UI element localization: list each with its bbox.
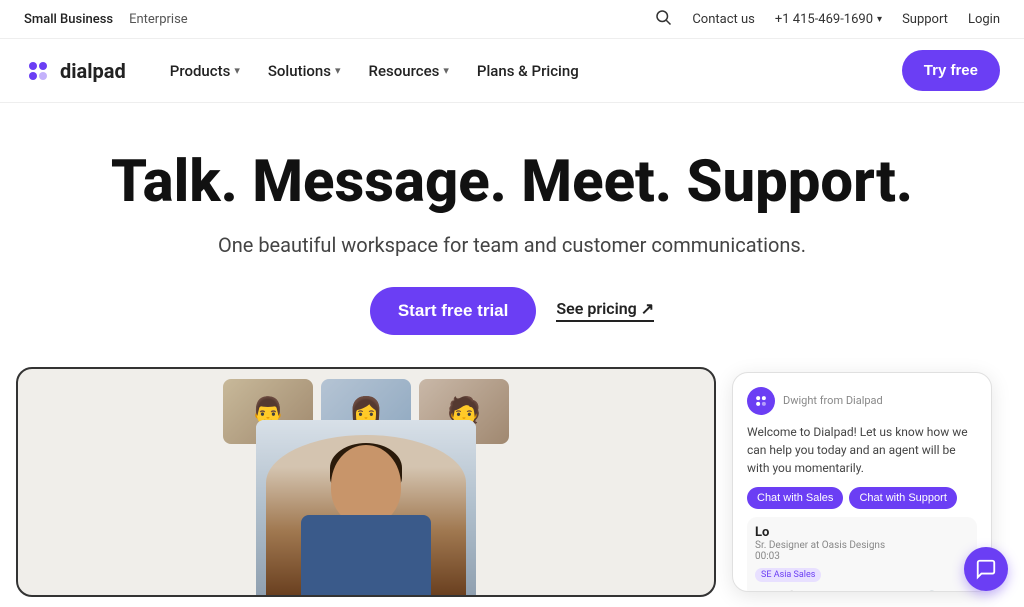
chat-from-label: Dwight from Dialpad [783,394,883,407]
call-person-title: Sr. Designer at Oasis Designs [755,540,885,551]
person-silhouette [266,435,466,595]
chat-message-text: Welcome to Dialpad! Let us know how we c… [747,423,977,477]
top-bar: Small Business Enterprise Contact us +1 … [0,0,1024,39]
speaker-button[interactable]: 🔊 Speaker [915,590,947,592]
phone-chevron-icon: ▾ [877,14,882,25]
nav-plans-pricing[interactable]: Plans & Pricing [465,54,591,88]
dialpad-logo-icon [24,57,52,85]
top-bar-right: Contact us +1 415-469-1690 ▾ Support Log… [654,8,1000,30]
keypad-button[interactable]: ⌨️ Keypad [841,590,871,592]
call-person-info: Lo Sr. Designer at Oasis Designs 00:03 S… [755,525,885,582]
see-pricing-text: See pricing [556,299,636,318]
solutions-chevron-icon: ▾ [335,64,341,77]
nav-links: Products ▾ Solutions ▾ Resources ▾ Plans… [158,54,591,88]
see-pricing-link[interactable]: See pricing ↗ [556,299,654,322]
try-free-button[interactable]: Try free [902,50,1000,91]
video-panel: 👨 👩 🧑 [16,367,716,597]
speaker-icon: 🔊 [921,590,941,592]
person-body [301,515,431,595]
call-person-name: Lo [755,525,885,540]
phone-dropdown[interactable]: +1 415-469-1690 ▾ [775,12,882,27]
chat-with-support-button[interactable]: Chat with Support [849,487,956,509]
navbar: dialpad Products ▾ Solutions ▾ Resources… [0,39,1024,103]
bottom-section: 👨 👩 🧑 [0,367,1024,607]
navbar-left: dialpad Products ▾ Solutions ▾ Resources… [24,54,591,88]
small-business-tab[interactable]: Small Business [24,12,113,27]
call-controls: 🎤 Mute ⌨️ Keypad 🔊 Speaker [755,590,969,592]
hero-headline: Talk. Message. Meet. Support. [20,151,1004,215]
resources-chevron-icon: ▾ [443,64,449,77]
top-bar-left: Small Business Enterprise [24,12,188,27]
see-pricing-arrow-icon: ↗ [641,299,654,318]
nav-resources-label: Resources [369,62,440,80]
person-head [331,445,401,525]
main-video-person [256,420,476,595]
hero-subheadline: One beautiful workspace for team and cus… [20,233,1004,257]
nav-plans-pricing-label: Plans & Pricing [477,62,579,80]
chat-header: Dwight from Dialpad [747,387,977,415]
hero-section: Talk. Message. Meet. Support. One beauti… [0,103,1024,359]
nav-products-label: Products [170,62,231,80]
nav-solutions[interactable]: Solutions ▾ [256,54,353,88]
call-sub-panel: Lo Sr. Designer at Oasis Designs 00:03 S… [747,517,977,592]
float-chat-button[interactable] [964,547,1008,591]
chat-from-info: Dwight from Dialpad [783,394,883,407]
search-icon[interactable] [654,8,672,30]
support-link[interactable]: Support [902,12,948,27]
keypad-icon: ⌨️ [846,590,866,592]
chat-actions: Chat with Sales Chat with Support [747,487,977,509]
mute-button[interactable]: 🎤 Mute [777,590,798,592]
login-link[interactable]: Login [968,12,1000,27]
start-trial-button[interactable]: Start free trial [370,287,537,335]
nav-resources[interactable]: Resources ▾ [357,54,461,88]
call-time: 00:03 [755,551,885,562]
phone-number: +1 415-469-1690 [775,12,873,27]
chat-panel: Dwight from Dialpad Welcome to Dialpad! … [732,372,992,592]
logo[interactable]: dialpad [24,57,126,85]
microphone-icon: 🎤 [777,590,797,592]
logo-text: dialpad [60,59,126,83]
dialpad-chat-icon [747,387,775,415]
chat-with-sales-button[interactable]: Chat with Sales [747,487,843,509]
nav-solutions-label: Solutions [268,62,331,80]
nav-products[interactable]: Products ▾ [158,54,252,88]
products-chevron-icon: ▾ [234,64,240,77]
enterprise-tab[interactable]: Enterprise [129,12,188,27]
hero-buttons: Start free trial See pricing ↗ [20,287,1004,335]
contact-us-link[interactable]: Contact us [692,12,755,27]
